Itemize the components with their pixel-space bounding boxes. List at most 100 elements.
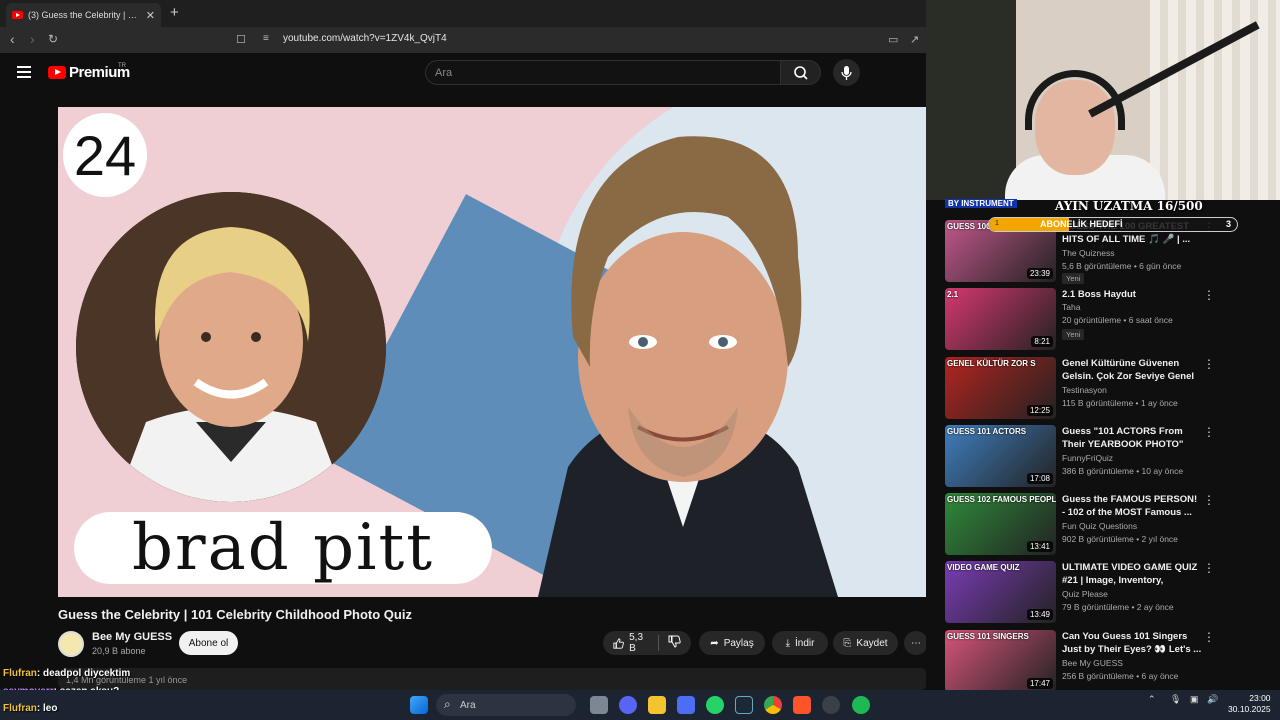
tray-volume-icon[interactable]: 🔊 [1207, 694, 1218, 705]
recommendation-title[interactable]: Guess "101 ACTORS From Their YEARBOOK PH… [1062, 425, 1202, 451]
download-button[interactable]: ⤓ İndir [772, 631, 828, 655]
file-explorer-icon[interactable] [648, 696, 666, 714]
recommendation-thumbnail[interactable]: GUESS 101 ACTORS 17:08 [945, 425, 1056, 487]
recommendation-channel[interactable]: Taha [1062, 302, 1080, 312]
more-options-icon[interactable]: ⋮ [1203, 425, 1215, 439]
recommendation-thumbnail[interactable]: VIDEO GAME QUIZ 13:49 [945, 561, 1056, 623]
like-button[interactable]: 5,3 B [613, 632, 649, 654]
channel-avatar[interactable] [58, 631, 84, 657]
thumbnail-text: GENEL KÜLTÜR ZOR S [947, 359, 1036, 368]
recommendation-thumbnail[interactable]: GENEL KÜLTÜR ZOR S 12:25 [945, 357, 1056, 419]
taskbar-search-icon: ⌕ [444, 697, 451, 711]
more-options-icon[interactable]: ⋮ [1203, 493, 1215, 507]
recommendation-title[interactable]: ULTIMATE VIDEO GAME QUIZ #21 | Image, In… [1062, 561, 1202, 587]
recommendation-item[interactable]: GENEL KÜLTÜR ZOR S 12:25 Genel Kültürüne G… [945, 357, 1265, 423]
video-duration: 17:08 [1026, 473, 1053, 484]
recommendation-title[interactable]: Guess the FAMOUS PERSON! - 102 of the MO… [1062, 493, 1202, 519]
recommendation-title[interactable]: Genel Kültürüne Güvenen Gelsin. Çok Zor … [1062, 357, 1202, 383]
forward-icon[interactable]: › [30, 31, 35, 47]
discord-icon[interactable] [619, 696, 637, 714]
site-info-icon[interactable]: ≡ [263, 33, 269, 44]
bookmark-icon[interactable]: ☐ [236, 33, 246, 46]
steam-icon[interactable] [735, 696, 753, 714]
close-tab-icon[interactable]: ✕ [146, 9, 155, 22]
video-title: Guess the Celebrity | 101 Celebrity Chil… [58, 607, 412, 622]
region-code: TR [118, 63, 126, 69]
thumbs-up-icon [613, 637, 624, 649]
reload-icon[interactable]: ↻ [48, 32, 58, 46]
recommendation-item[interactable]: GUESS 101 ACTORS 17:08 Guess "101 ACTORS F… [945, 425, 1265, 491]
channel-name[interactable]: Bee My GUESS [92, 631, 172, 643]
new-badge: Yeni [1062, 329, 1085, 340]
new-tab-button[interactable]: + [170, 4, 179, 21]
video-duration: 17:47 [1026, 678, 1053, 689]
recommendation-channel[interactable]: Fun Quiz Questions [1062, 521, 1137, 531]
brave-icon[interactable] [793, 696, 811, 714]
menu-icon[interactable] [17, 66, 31, 78]
recommendation-meta: 5,6 B görüntüleme • 6 gün önce [1062, 261, 1182, 271]
like-dislike-group: 5,3 B [603, 631, 691, 655]
video-duration: 13:49 [1026, 609, 1053, 620]
video-duration: 13:41 [1026, 541, 1053, 552]
recommendation-channel[interactable]: Bee My GUESS [1062, 658, 1123, 668]
taskbar-clock[interactable]: 23:00 30.10.2025 [1228, 693, 1271, 715]
obs-icon[interactable] [822, 696, 840, 714]
more-options-icon[interactable]: ⋮ [1203, 357, 1215, 371]
spotify-icon[interactable] [852, 696, 870, 714]
chat-text: : leo [36, 703, 58, 714]
search-button[interactable] [781, 60, 821, 85]
tray-mic-icon[interactable]: 🎙 [1170, 694, 1181, 705]
whatsapp-icon[interactable] [706, 696, 724, 714]
search-placeholder: Ara [435, 66, 453, 79]
instrument-label: BY INSTRUMENT [945, 199, 1017, 208]
browser-tab[interactable]: (3) Guess the Celebrity | 101 C ✕ [6, 3, 161, 27]
download-label: İndir [794, 637, 815, 649]
url-field[interactable]: youtube.com/watch?v=1ZV4k_QvjT4 [283, 33, 447, 44]
recommendation-title[interactable]: Can You Guess 101 Singers Just by Their … [1062, 630, 1202, 656]
start-icon[interactable] [410, 696, 428, 714]
taskbar-search[interactable]: ⌕ Ara [436, 694, 576, 716]
chat-user: Flufran [3, 703, 37, 714]
back-icon[interactable]: ‹ [10, 31, 15, 47]
dislike-button[interactable] [668, 635, 681, 651]
recommendation-channel[interactable]: Testinasyon [1062, 385, 1107, 395]
more-actions-button[interactable]: ⋯ [904, 631, 928, 655]
recommendation-thumbnail[interactable]: GUESS 102 FAMOUS PEOPLE 13:41 [945, 493, 1056, 555]
recommendation-channel[interactable]: The Quizness [1062, 248, 1114, 258]
thumbnail-text: 2.1 [947, 290, 959, 299]
recommendation-thumbnail[interactable]: 2.1 8:21 [945, 288, 1056, 350]
cast-icon[interactable]: ▭ [888, 33, 898, 46]
share-button[interactable]: ➦ Paylaş [699, 631, 765, 655]
goal-label: ABONELİK HEDEFİ [1040, 219, 1123, 229]
save-button[interactable]: ⎘ Kaydet [833, 631, 898, 655]
recommendation-item[interactable]: VIDEO GAME QUIZ 13:49 ULTIMATE VIDEO GAME … [945, 561, 1265, 627]
webcam-background-curtain [1150, 0, 1280, 200]
recommendation-item[interactable]: GUESS 102 FAMOUS PEOPLE 13:41 Guess the FA… [945, 493, 1265, 559]
voice-search-button[interactable] [833, 59, 860, 86]
share-page-icon[interactable]: ↗ [910, 33, 919, 46]
recommendation-channel[interactable]: Quiz Please [1062, 589, 1108, 599]
recommendation-title[interactable]: 2.1 Boss Haydut [1062, 288, 1202, 301]
recommendation-item[interactable]: GUESS 101 SINGERS 17:47 Can You Guess 101 … [945, 630, 1265, 696]
more-options-icon[interactable]: ⋮ [1203, 288, 1215, 302]
download-icon: ⤓ [785, 637, 790, 649]
recommendation-channel[interactable]: FunnyFriQuiz [1062, 453, 1113, 463]
store-icon[interactable] [677, 696, 695, 714]
recommendation-meta: 79 B görüntüleme • 2 ay önce [1062, 602, 1174, 612]
clock-time: 23:00 [1249, 693, 1271, 703]
task-view-icon[interactable] [590, 696, 608, 714]
tray-expand-icon[interactable]: ⌃ [1148, 694, 1156, 705]
search-input[interactable]: Ara [425, 60, 781, 85]
recommendation-meta: 902 B görüntüleme • 2 yıl önce [1062, 534, 1178, 544]
youtube-logo-icon[interactable] [48, 66, 66, 79]
taskbar-search-label: Ara [460, 699, 476, 711]
recommendation-item[interactable]: 2.1 8:21 2.1 Boss Haydut Taha 20 görüntüleme… [945, 288, 1265, 354]
subscribe-button[interactable]: Abone ol [179, 631, 238, 655]
chrome-icon[interactable] [764, 696, 782, 714]
video-player[interactable]: 24 brad pitt [58, 107, 928, 597]
more-options-icon[interactable]: ⋮ [1203, 561, 1215, 575]
tray-network-icon[interactable]: ▣ [1190, 694, 1199, 705]
recommendation-thumbnail[interactable]: GUESS 101 SINGERS 17:47 [945, 630, 1056, 692]
more-options-icon[interactable]: ⋮ [1203, 630, 1215, 644]
description-box[interactable] [58, 668, 928, 690]
